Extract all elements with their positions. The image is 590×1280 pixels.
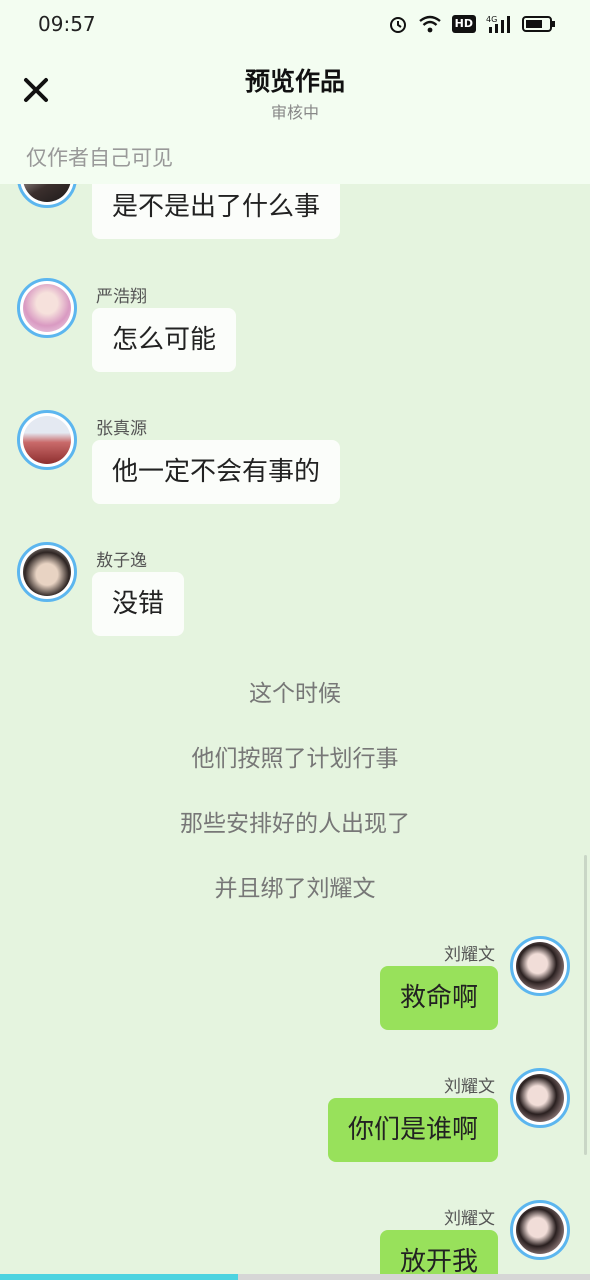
chat-message: 刘耀文 救命啊: [0, 936, 590, 1036]
chat-message: 刘耀文 你们是谁啊: [0, 1068, 590, 1168]
battery-icon: [522, 16, 555, 32]
chat-area[interactable]: 是不是出了什么事 严浩翔 怎么可能 张真源 他一定不会有事的 敖子逸 没错 这个…: [0, 184, 590, 1280]
message-bubble[interactable]: 怎么可能: [92, 308, 237, 372]
page-title: 预览作品: [244, 67, 345, 96]
sender-name: 敖子逸: [96, 551, 147, 571]
wifi-icon: [418, 15, 441, 33]
status-time: 09:57: [38, 12, 96, 36]
scrollbar[interactable]: [584, 855, 587, 1155]
narration-line: 那些安排好的人出现了: [180, 811, 410, 837]
narration-line: 这个时候: [249, 681, 341, 707]
avatar[interactable]: [510, 936, 570, 996]
message-bubble[interactable]: 放开我: [379, 1230, 498, 1280]
sender-name: 刘耀文: [444, 1077, 495, 1097]
status-bar: 09:57 HD 4G: [0, 0, 590, 52]
chat-message: 是不是出了什么事: [0, 184, 590, 244]
review-status: 审核中: [270, 103, 319, 122]
signal-4g-icon: 4G: [486, 15, 510, 33]
chat-message: 敖子逸 没错: [0, 542, 590, 642]
chat-message: 严浩翔 怎么可能: [0, 278, 590, 378]
visibility-note: 仅作者自己可见: [26, 146, 173, 170]
alarm-icon: [389, 17, 406, 33]
hd-icon: HD: [451, 15, 476, 33]
avatar[interactable]: [17, 542, 77, 602]
message-bubble[interactable]: 他一定不会有事的: [92, 440, 341, 504]
avatar[interactable]: [17, 278, 77, 338]
sender-name: 严浩翔: [96, 287, 147, 307]
bottom-progress-bar: [0, 1274, 590, 1280]
status-icons: HD 4G: [388, 14, 556, 34]
progress-fill: [0, 1274, 238, 1280]
chat-message: 刘耀文 放开我: [0, 1200, 590, 1280]
svg-text:4G: 4G: [486, 15, 497, 24]
message-bubble[interactable]: 救命啊: [379, 966, 498, 1030]
narration-line: 并且绑了刘耀文: [214, 876, 376, 902]
avatar[interactable]: [17, 184, 77, 208]
avatar[interactable]: [17, 410, 77, 470]
narration-line: 他们按照了计划行事: [191, 746, 399, 772]
avatar[interactable]: [510, 1068, 570, 1128]
sender-name: 张真源: [96, 419, 147, 439]
message-bubble[interactable]: 没错: [92, 572, 185, 636]
message-bubble[interactable]: 你们是谁啊: [327, 1098, 498, 1162]
chat-message: 张真源 他一定不会有事的: [0, 410, 590, 510]
header: 预览作品 审核中 仅作者自己可见: [0, 52, 590, 184]
avatar[interactable]: [510, 1200, 570, 1260]
sender-name: 刘耀文: [444, 945, 495, 965]
sender-name: 刘耀文: [444, 1209, 495, 1229]
message-bubble[interactable]: 是不是出了什么事: [92, 184, 341, 239]
